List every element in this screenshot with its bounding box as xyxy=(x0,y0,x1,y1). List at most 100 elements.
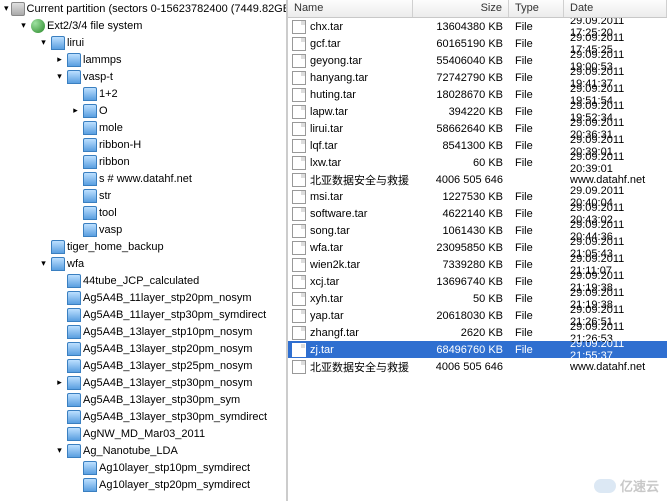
file-name: song.tar xyxy=(310,225,350,237)
tree-item[interactable]: ▸ribbon-H xyxy=(4,136,286,153)
tree-item[interactable]: ▸ lammps xyxy=(4,51,286,68)
file-size: 4006 505 646 xyxy=(413,174,509,186)
file-icon xyxy=(292,54,306,68)
folder-icon xyxy=(67,70,81,84)
col-date-header[interactable]: Date xyxy=(564,0,667,17)
file-icon xyxy=(292,88,306,102)
folder-icon xyxy=(67,410,81,424)
file-type: File xyxy=(509,55,564,67)
tree-item[interactable]: ▸Ag10layer_stp10pm_symdirect xyxy=(4,459,286,476)
tree-item[interactable]: ▸O xyxy=(4,102,286,119)
tree-root[interactable]: ▾ Current partition (sectors 0-156237824… xyxy=(0,0,286,17)
tree-item-label: Ag_Nanotube_LDA xyxy=(83,445,178,457)
tree-item-label: Ag10layer_stp10pm_symdirect xyxy=(99,462,250,474)
tree-item-label: Ag5A4B_13layer_stp30pm_symdirect xyxy=(83,411,267,423)
tree-item-label: wfa xyxy=(67,258,84,270)
drive-icon xyxy=(11,2,25,16)
file-size: 18028670 KB xyxy=(413,89,509,101)
tree-item[interactable]: ▸str xyxy=(4,187,286,204)
expander-icon[interactable]: ▸ xyxy=(54,377,65,388)
tree-item[interactable]: ▸Ag5A4B_11layer_stp20pm_nosym xyxy=(4,289,286,306)
tree-item[interactable]: ▾ Ag_Nanotube_LDA xyxy=(4,442,286,459)
file-type: File xyxy=(509,259,564,271)
tree-item[interactable]: ▸ribbon xyxy=(4,153,286,170)
tree-item[interactable]: ▸AgNW_MD_Mar03_2011 xyxy=(4,425,286,442)
tree-item[interactable]: ▸tiger_home_backup xyxy=(4,238,286,255)
tree-item[interactable]: ▸Ag5A4B_13layer_stp25pm_nosym xyxy=(4,357,286,374)
expander-icon[interactable]: ▾ xyxy=(54,71,65,82)
file-row[interactable]: zj.tar68496760 KBFile29.09.2011 21:55:37 xyxy=(288,341,667,358)
expander-icon[interactable]: ▸ xyxy=(54,54,65,65)
tree-item[interactable]: ▾ lirui xyxy=(4,34,286,51)
file-icon xyxy=(292,292,306,306)
tree-item-label: vasp xyxy=(99,224,122,236)
file-type: File xyxy=(509,344,564,356)
tree-item-label: 44tube_JCP_calculated xyxy=(83,275,199,287)
expander-icon[interactable]: ▾ xyxy=(38,37,49,48)
file-type: File xyxy=(509,123,564,135)
file-icon xyxy=(292,139,306,153)
tree-item[interactable]: ▸tool xyxy=(4,204,286,221)
tree-item[interactable]: ▸1+2 xyxy=(4,85,286,102)
file-name: lqf.tar xyxy=(310,140,338,152)
tree-item[interactable]: ▸Ag10layer_stp20pm_symdirect xyxy=(4,476,286,493)
folder-icon xyxy=(67,291,81,305)
file-name: 北亚数据安全与救援 xyxy=(310,359,409,375)
file-type: File xyxy=(509,157,564,169)
tree-item-label: Ag5A4B_11layer_stp30pm_symdirect xyxy=(83,309,266,321)
folder-icon xyxy=(67,274,81,288)
fs-label: Ext2/3/4 file system xyxy=(47,20,142,32)
file-size: 1227530 KB xyxy=(413,191,509,203)
tree-item[interactable]: ▾ wfa xyxy=(4,255,286,272)
file-size: 68496760 KB xyxy=(413,344,509,356)
file-type: File xyxy=(509,327,564,339)
tree-item[interactable]: ▸s # www.datahf.net xyxy=(4,170,286,187)
file-size: 58662640 KB xyxy=(413,123,509,135)
folder-icon xyxy=(67,342,81,356)
expander-icon[interactable]: ▾ xyxy=(4,3,9,14)
folder-icon xyxy=(51,36,65,50)
col-type-header[interactable]: Type xyxy=(509,0,564,17)
tree-item[interactable]: ▸Ag5A4B_13layer_stp30pm_nosym xyxy=(4,374,286,391)
file-icon xyxy=(292,275,306,289)
file-size: 7339280 KB xyxy=(413,259,509,271)
file-icon xyxy=(292,326,306,340)
file-row[interactable]: 北亚数据安全与救援4006 505 646www.datahf.net xyxy=(288,358,667,375)
tree-item-label: lammps xyxy=(83,54,122,66)
expander-icon[interactable]: ▸ xyxy=(70,105,81,116)
tree-item-label: Ag5A4B_13layer_stp10pm_nosym xyxy=(83,326,252,338)
file-size: 2620 KB xyxy=(413,327,509,339)
tree-item[interactable]: ▾vasp-t xyxy=(4,68,286,85)
file-size: 72742790 KB xyxy=(413,72,509,84)
file-size: 4006 505 646 xyxy=(413,361,509,373)
file-icon xyxy=(292,20,306,34)
tree-item-label: lirui xyxy=(67,37,84,49)
file-type: File xyxy=(509,38,564,50)
file-size: 4622140 KB xyxy=(413,208,509,220)
folder-icon xyxy=(67,393,81,407)
folder-icon xyxy=(83,478,97,492)
tree-item[interactable]: ▸vasp xyxy=(4,221,286,238)
tree-fs[interactable]: ▾ Ext2/3/4 file system xyxy=(0,17,286,34)
tree-item[interactable]: ▸44tube_JCP_calculated xyxy=(4,272,286,289)
folder-icon xyxy=(83,461,97,475)
col-size-header[interactable]: Size xyxy=(413,0,509,17)
file-type: File xyxy=(509,21,564,33)
col-name-header[interactable]: Name xyxy=(288,0,413,17)
file-name: 北亚数据安全与救援 xyxy=(310,172,409,188)
tree-item[interactable]: ▸mole xyxy=(4,119,286,136)
file-name: msi.tar xyxy=(310,191,343,203)
expander-icon[interactable]: ▾ xyxy=(54,445,65,456)
tree-item-label: O xyxy=(99,105,108,117)
tree-item[interactable]: ▸Ag5A4B_11layer_stp30pm_symdirect xyxy=(4,306,286,323)
expander-icon[interactable]: ▾ xyxy=(18,20,29,31)
tree-item[interactable]: ▸Ag5A4B_13layer_stp30pm_symdirect xyxy=(4,408,286,425)
file-row[interactable]: lxw.tar60 KBFile29.09.2011 20:39:01 xyxy=(288,154,667,171)
watermark: 亿速云 xyxy=(594,476,659,495)
tree-item[interactable]: ▸Ag5A4B_13layer_stp20pm_nosym xyxy=(4,340,286,357)
tree-item[interactable]: ▸Ag5A4B_13layer_stp30pm_sym xyxy=(4,391,286,408)
file-type: File xyxy=(509,191,564,203)
tree-item[interactable]: ▸Ag5A4B_13layer_stp10pm_nosym xyxy=(4,323,286,340)
expander-icon[interactable]: ▾ xyxy=(38,258,49,269)
file-panel: Name Size Type Date chx.tar13604380 KBFi… xyxy=(288,0,667,501)
